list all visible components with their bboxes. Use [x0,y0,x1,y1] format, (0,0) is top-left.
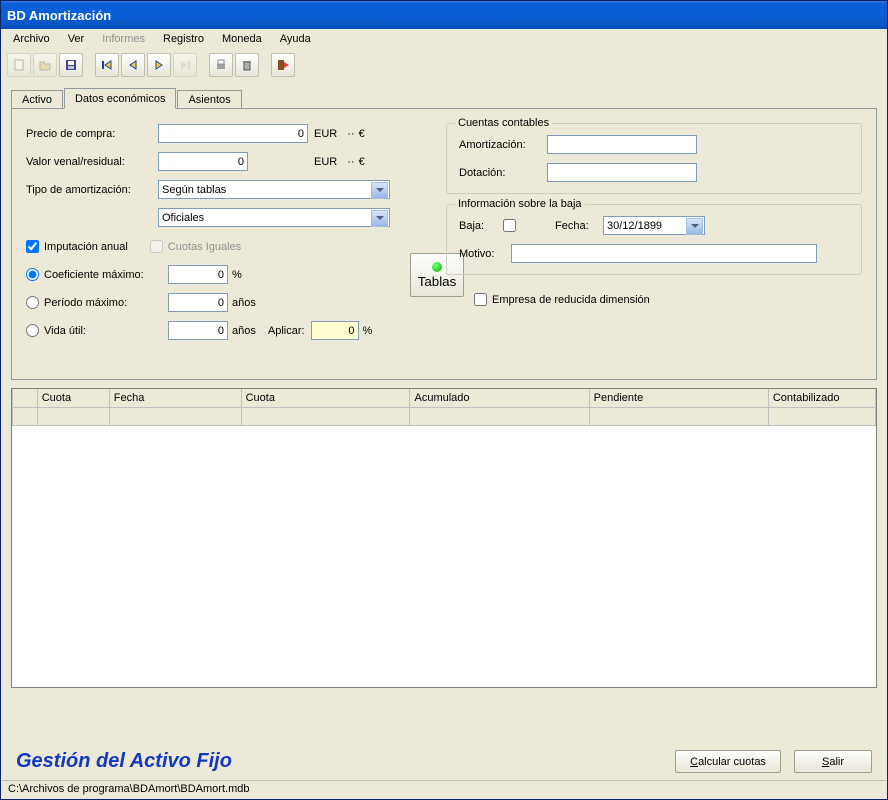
grid-header-fecha[interactable]: Fecha [109,389,241,407]
toolbar [1,49,887,81]
tab-asientos[interactable]: Asientos [177,90,241,109]
dotacion-input[interactable] [547,163,697,182]
prev-icon[interactable] [121,53,145,77]
cuotas-checkbox [150,240,163,253]
precio-currency: EUR [314,128,337,140]
next-icon[interactable] [147,53,171,77]
coef-label: Coeficiente máximo: [44,269,168,281]
window-titlebar: BD Amortización [1,1,887,29]
brand-text: Gestión del Activo Fijo [16,750,232,773]
motivo-input[interactable] [511,244,817,263]
aplicar-input[interactable] [311,321,359,340]
amortizacion-input[interactable] [547,135,697,154]
tab-datos-economicos[interactable]: Datos económicos [64,88,177,109]
valor-currency: EUR [314,156,337,168]
last-icon [173,53,197,77]
baja-label: Baja: [459,220,503,232]
calcular-button[interactable]: CCalcular cuotasalcular cuotas [675,750,781,773]
window-title: BD Amortización [7,8,111,23]
precio-label: Precio de compra: [26,128,158,140]
subtipo-select[interactable] [158,208,390,227]
periodo-label: Período máximo: [44,297,168,309]
table-row[interactable] [13,407,876,425]
first-icon[interactable] [95,53,119,77]
grid-header-cuota1[interactable]: Cuota [37,389,109,407]
menu-informes: Informes [94,31,153,47]
footer: Gestión del Activo Fijo CCalcular cuotas… [2,744,886,779]
cuentas-group: Cuentas contables Amortización: Dotación… [446,123,862,194]
dotacion-label: Dotación: [459,167,547,179]
new-icon [7,53,31,77]
vida-label: Vida útil: [44,325,168,337]
imputacion-label: Imputación anual [44,241,128,253]
amortization-grid[interactable]: Cuota Fecha Cuota Acumulado Pendiente Co… [11,388,877,688]
sep-dots2: ·· [347,156,354,168]
euro-symbol2: € [359,156,365,168]
periodo-anos: años [232,297,256,309]
grid-header-pendiente[interactable]: Pendiente [589,389,768,407]
aplicar-pct: % [363,325,373,337]
tablas-label: Tablas [418,274,457,289]
valor-input[interactable] [158,152,248,171]
precio-input[interactable] [158,124,308,143]
tipo-select[interactable] [158,180,390,199]
tabs: Activo Datos económicos Asientos [11,87,877,108]
amortizacion-label: Amortización: [459,139,547,151]
grid-header-acumulado[interactable]: Acumulado [410,389,589,407]
coef-pct: % [232,269,242,281]
menu-ver[interactable]: Ver [60,31,93,47]
baja-legend: Información sobre la baja [455,198,585,210]
tipo-label: Tipo de amortización: [26,184,158,196]
print-icon[interactable] [209,53,233,77]
fecha-label: Fecha: [555,220,603,232]
green-dot-icon [432,262,442,272]
cuentas-legend: Cuentas contables [455,117,552,129]
trash-icon[interactable] [235,53,259,77]
save-icon[interactable] [59,53,83,77]
motivo-label: Motivo: [459,248,511,260]
empresa-checkbox[interactable] [474,293,487,306]
tab-activo[interactable]: Activo [11,90,63,109]
vida-input[interactable] [168,321,228,340]
empresa-label: Empresa de reducida dimensión [492,294,650,306]
open-icon [33,53,57,77]
vida-radio[interactable] [26,324,39,337]
periodo-input[interactable] [168,293,228,312]
fecha-input[interactable] [603,216,705,235]
imputacion-checkbox[interactable] [26,240,39,253]
cuotas-label: Cuotas Iguales [168,241,241,253]
coef-input[interactable] [168,265,228,284]
statusbar-path: C:\Archivos de programa\BDAmort\BDAmort.… [8,783,249,795]
statusbar: C:\Archivos de programa\BDAmort\BDAmort.… [2,780,886,798]
baja-group: Información sobre la baja Baja: Fecha: M… [446,204,862,275]
salir-button[interactable]: SalirSalir [794,750,872,773]
aplicar-label: Aplicar: [268,325,305,337]
euro-symbol: € [359,128,365,140]
baja-checkbox[interactable] [503,219,516,232]
menu-archivo[interactable]: Archivo [5,31,58,47]
menu-registro[interactable]: Registro [155,31,212,47]
exit-icon[interactable] [271,53,295,77]
grid-header-cuota2[interactable]: Cuota [241,389,410,407]
periodo-radio[interactable] [26,296,39,309]
vida-anos: años [232,325,256,337]
sep-dots: ·· [347,128,354,140]
coef-radio[interactable] [26,268,39,281]
grid-header-contabilizado[interactable]: Contabilizado [768,389,875,407]
valor-label: Valor venal/residual: [26,156,158,168]
menu-moneda[interactable]: Moneda [214,31,270,47]
menu-ayuda[interactable]: Ayuda [272,31,319,47]
grid-header-blank[interactable] [13,389,38,407]
menubar: Archivo Ver Informes Registro Moneda Ayu… [1,29,887,49]
